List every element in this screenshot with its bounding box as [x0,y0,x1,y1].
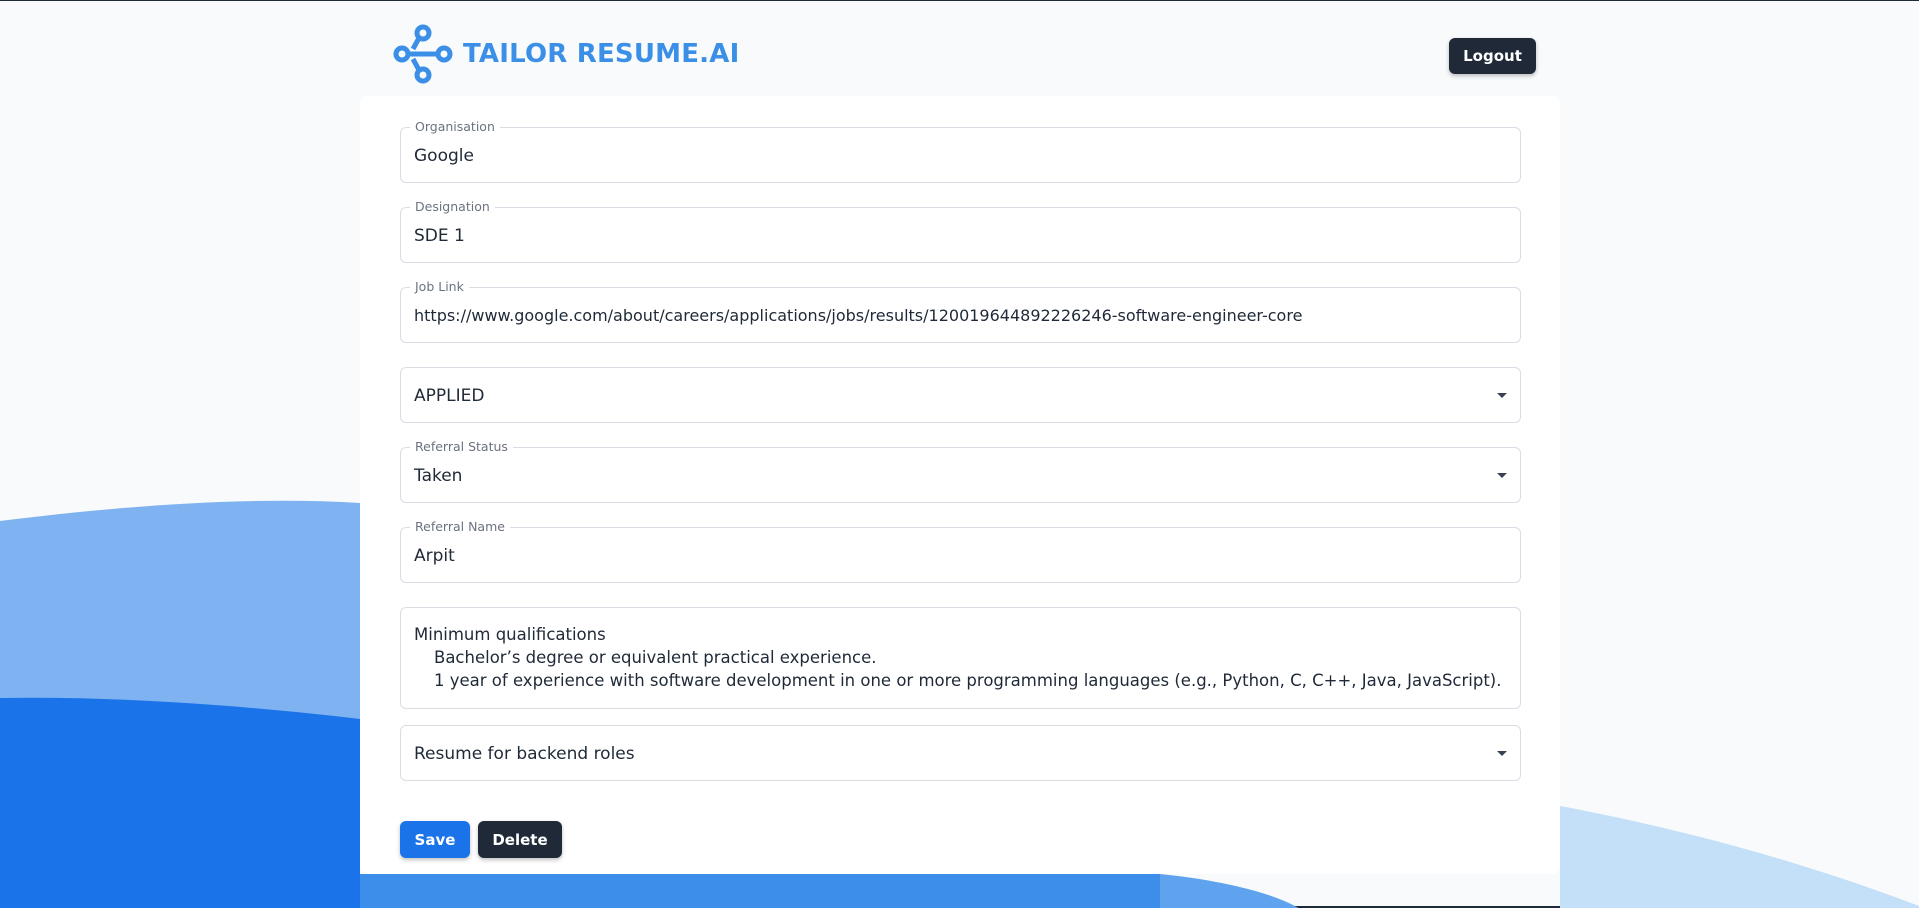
referral-name-field[interactable]: Referral Name Arpit [400,519,1521,583]
organisation-value: Google [414,146,474,166]
brand-name: TAILOR RESUME.AI [463,39,740,69]
save-button[interactable]: Save [400,821,470,858]
app-header: TAILOR RESUME.AI Logout [360,1,1560,96]
job-application-form: Organisation Google Designation SDE 1 Jo… [360,96,1560,874]
referral-status-value: Taken [414,466,463,486]
job-link-value: https://www.google.com/about/careers/app… [414,306,1303,325]
delete-button[interactable]: Delete [478,821,562,858]
job-description-line: Bachelor’s degree or equivalent practica… [434,648,877,667]
referral-status-label: Referral Status [410,439,513,455]
network-logo-icon [393,24,453,84]
chevron-down-icon [1497,393,1507,398]
brand-logo[interactable]: TAILOR RESUME.AI [392,23,739,85]
job-link-field[interactable]: Job Link https://www.google.com/about/ca… [400,279,1521,343]
application-status-value: APPLIED [414,386,485,406]
designation-value: SDE 1 [414,226,465,246]
job-description-textarea[interactable]: Minimum qualifications Bachelor’s degree… [400,607,1521,709]
designation-field[interactable]: Designation SDE 1 [400,199,1521,263]
referral-name-value: Arpit [414,546,455,566]
resume-value: Resume for backend roles [414,744,635,764]
chevron-down-icon [1497,751,1507,756]
chevron-down-icon [1497,473,1507,478]
designation-label: Designation [410,199,495,215]
resume-select[interactable]: Resume for backend roles [400,725,1521,781]
referral-status-select[interactable]: Referral Status Taken [400,439,1521,503]
organisation-field[interactable]: Organisation Google [400,119,1521,183]
referral-name-label: Referral Name [410,519,510,535]
job-description-line: 1 year of experience with software devel… [434,671,1502,690]
logout-button[interactable]: Logout [1449,38,1536,74]
job-description-line: Minimum qualifications [414,625,606,644]
job-link-label: Job Link [410,279,469,295]
organisation-label: Organisation [410,119,500,135]
application-status-select[interactable]: APPLIED [400,367,1521,423]
